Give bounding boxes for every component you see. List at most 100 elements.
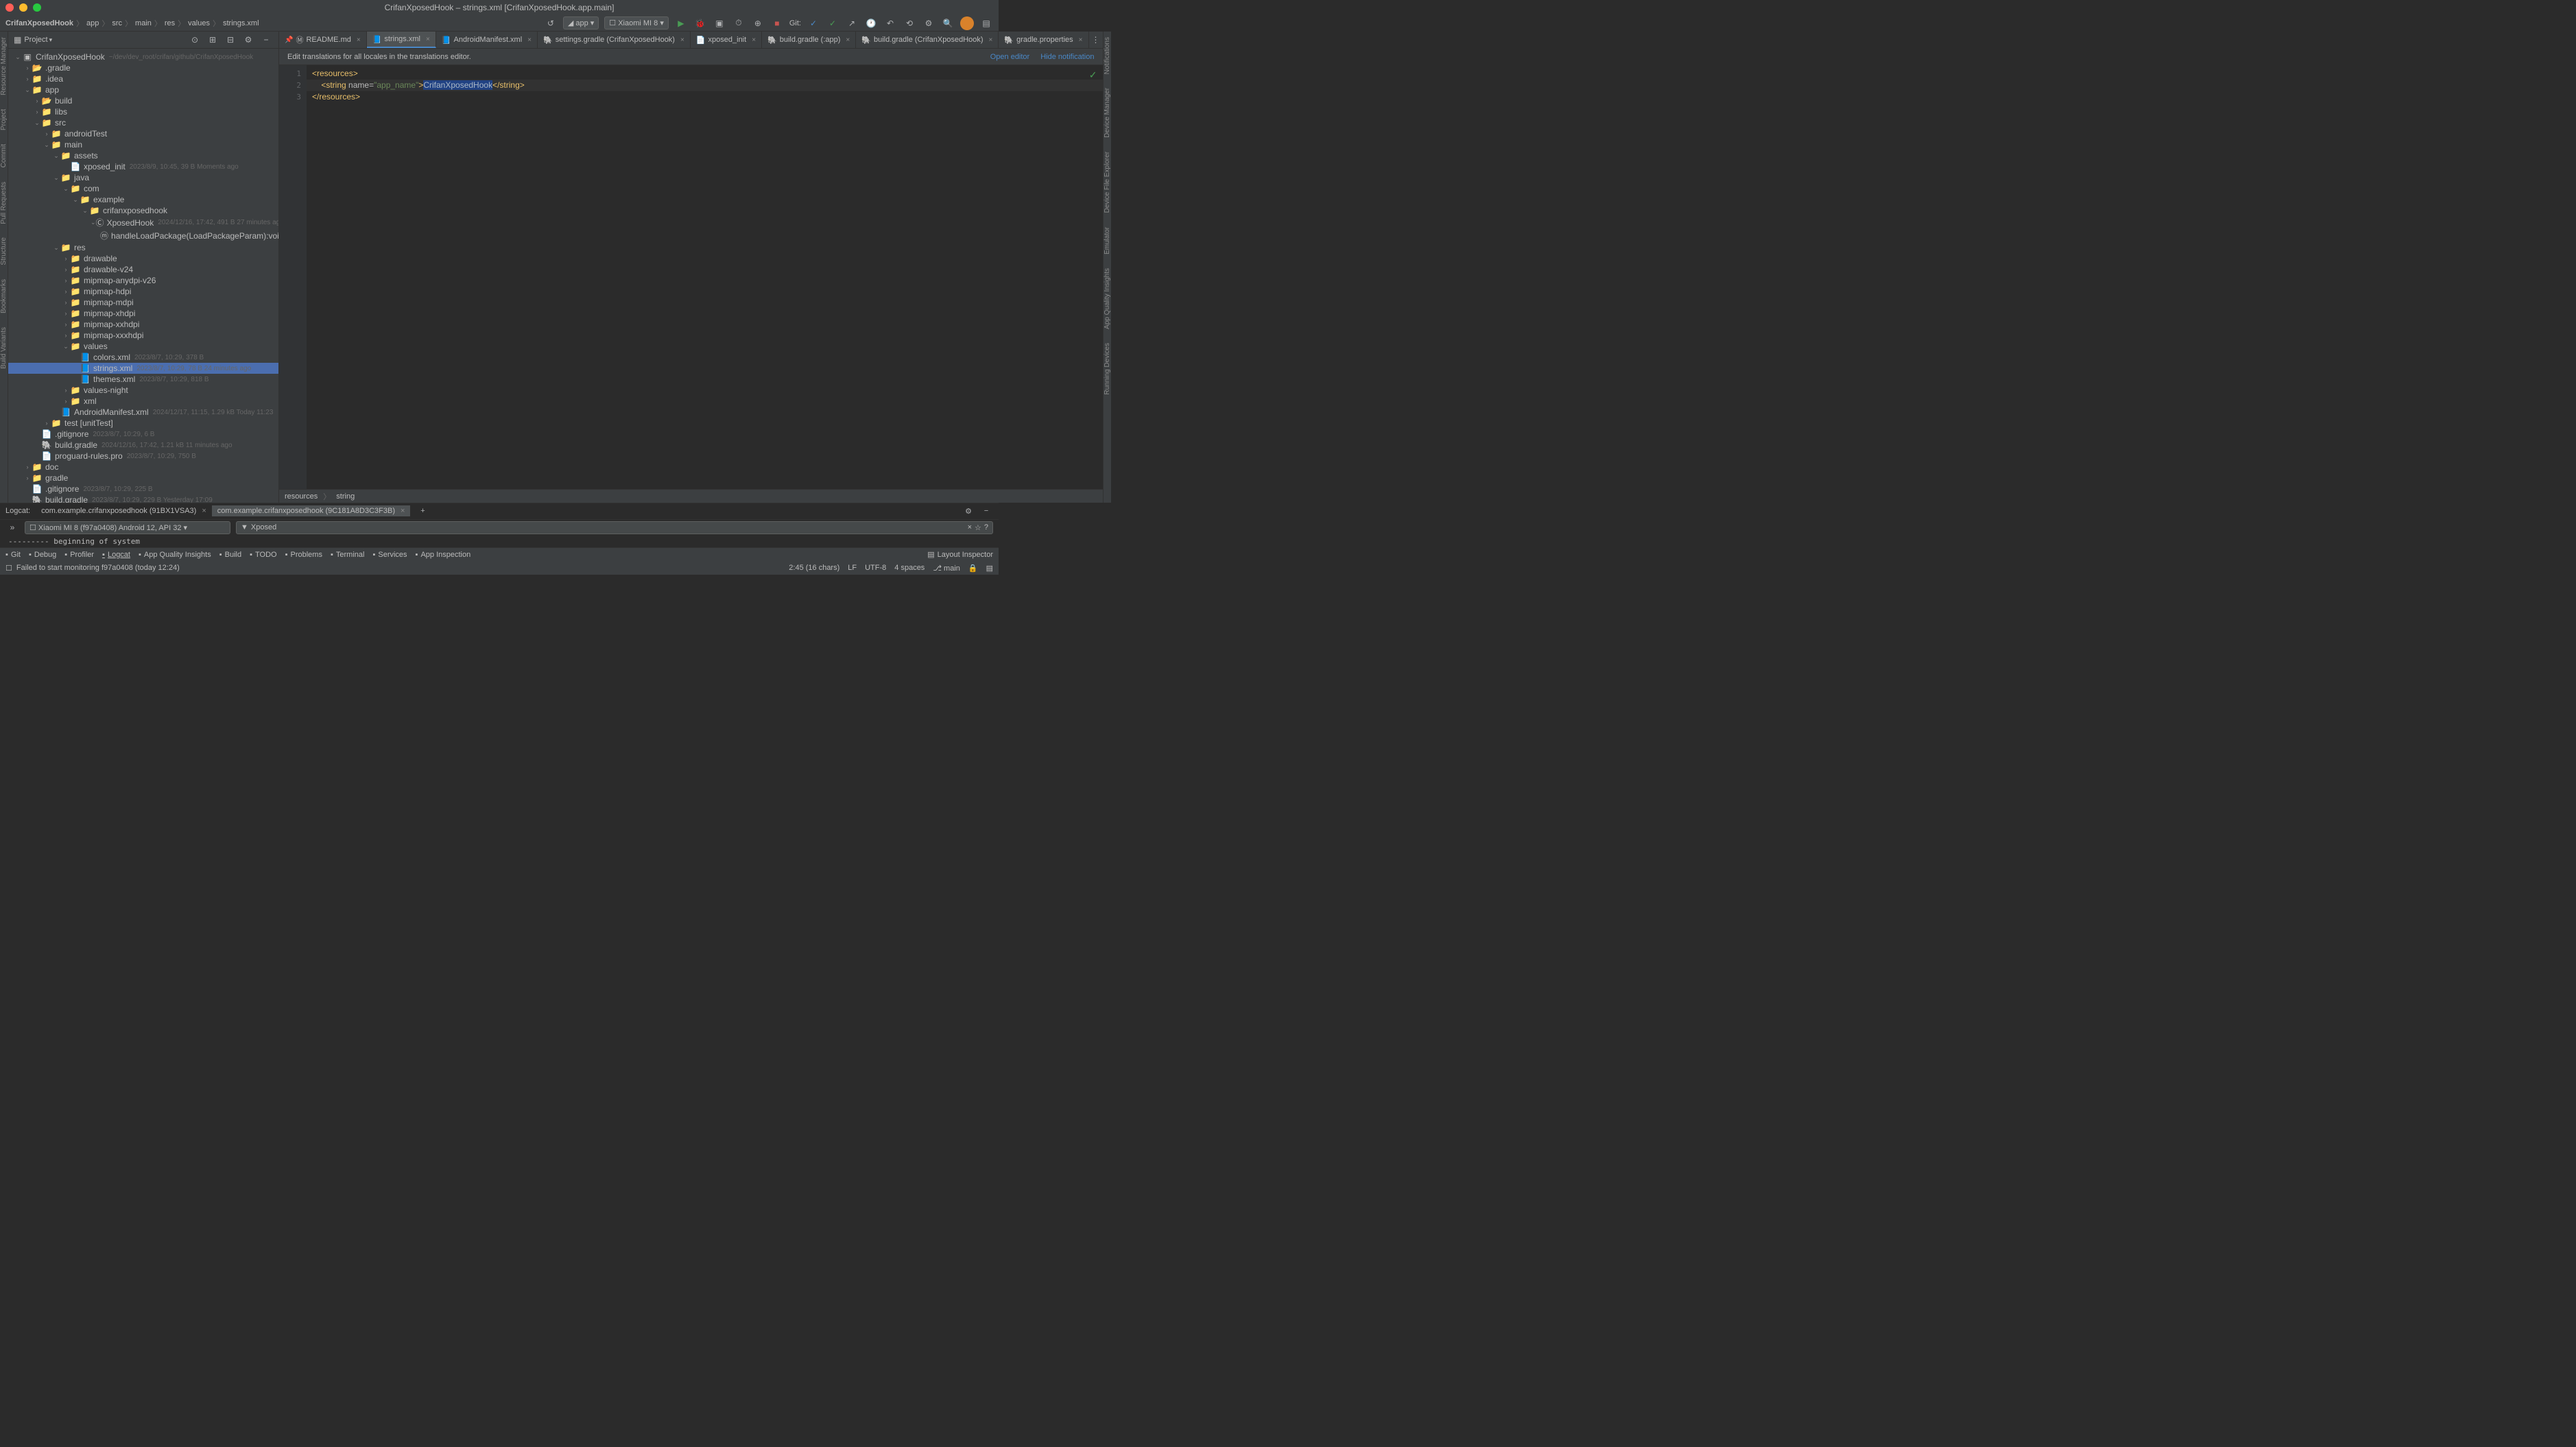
tree-chevron-icon[interactable]: ⌄	[52, 244, 60, 252]
run-config-select[interactable]: ◢ app ▾	[563, 16, 599, 29]
tree-item[interactable]: ⌄📁app	[8, 84, 278, 95]
tree-chevron-icon[interactable]: ›	[62, 310, 70, 317]
maximize-window-button[interactable]	[33, 3, 41, 12]
settings-icon[interactable]: ⚙	[241, 33, 255, 47]
tool-window-profiler[interactable]: ▪Profiler	[64, 551, 94, 559]
breadcrumb-item[interactable]: strings.xml	[223, 19, 259, 27]
breadcrumb-item[interactable]: main	[135, 19, 152, 27]
tree-item[interactable]: ›📁gradle	[8, 473, 278, 483]
line-number[interactable]: 1	[279, 68, 307, 80]
rail-tool-app-quality-insights[interactable]: App Quality Insights	[1104, 265, 1111, 332]
tree-chevron-icon[interactable]: ›	[62, 398, 70, 405]
tree-item[interactable]: ⌄📁res	[8, 242, 278, 253]
tool-window-build[interactable]: ▪Build	[219, 551, 241, 559]
rail-tool-device-file-explorer[interactable]: Device File Explorer	[1104, 149, 1111, 215]
vcs-push-icon[interactable]: ↗	[845, 16, 859, 30]
tree-chevron-icon[interactable]: ⌄	[62, 185, 70, 193]
lock-icon[interactable]: 🔒	[968, 564, 978, 573]
tree-item[interactable]: 📘colors.xml2023/8/7, 10:29, 378 B	[8, 352, 278, 363]
close-tab-icon[interactable]: ×	[989, 36, 993, 44]
tree-item[interactable]: ⌄📁src	[8, 117, 278, 128]
tree-chevron-icon[interactable]: ⌄	[52, 152, 60, 160]
close-tab-icon[interactable]: ×	[426, 36, 430, 43]
tree-chevron-icon[interactable]: ⌄	[14, 53, 22, 61]
breadcrumb-item[interactable]: app	[86, 19, 99, 27]
open-editor-link[interactable]: Open editor	[990, 53, 1029, 61]
tree-chevron-icon[interactable]: ›	[23, 64, 32, 71]
close-tab-icon[interactable]: ×	[1079, 36, 1083, 44]
close-tab-icon[interactable]: ×	[527, 36, 532, 44]
editor-tab[interactable]: 🐘build.gradle (CrifanXposedHook)×	[856, 32, 999, 48]
logcat-process-tab[interactable]: com.example.crifanxposedhook (91BX1VSA3)…	[36, 505, 212, 516]
tree-item[interactable]: ›📁mipmap-xhdpi	[8, 308, 278, 319]
tree-chevron-icon[interactable]: ⌄	[52, 174, 60, 182]
tree-item[interactable]: ⌄📁crifanxposedhook	[8, 205, 278, 216]
user-avatar[interactable]	[960, 16, 974, 30]
tree-item[interactable]: ›📁doc	[8, 462, 278, 473]
tree-item[interactable]: ›📁mipmap-xxxhdpi	[8, 330, 278, 341]
tool-window-git[interactable]: ▪Git	[5, 551, 21, 559]
tree-item[interactable]: ⌄📁assets	[8, 150, 278, 161]
pin-icon[interactable]: 📌	[285, 36, 293, 44]
editor-tab[interactable]: 🐘build.gradle (:app)×	[762, 32, 856, 48]
more-tabs-icon[interactable]: ⋮	[1089, 33, 1103, 47]
gradle-sync-icon[interactable]: ▤	[979, 16, 993, 30]
vcs-commit-icon[interactable]: ✓	[826, 16, 839, 30]
close-tab-icon[interactable]: ×	[680, 36, 684, 44]
chevron-down-icon[interactable]: ▾	[49, 36, 53, 44]
expand-all-icon[interactable]: ⊞	[206, 33, 219, 47]
tree-item[interactable]: ⌄📁values	[8, 341, 278, 352]
cursor-position[interactable]: 2:45 (16 chars)	[789, 564, 839, 572]
tree-chevron-icon[interactable]: ›	[62, 288, 70, 295]
tree-item[interactable]: ›📁mipmap-xxhdpi	[8, 319, 278, 330]
vcs-update-icon[interactable]: ✓	[807, 16, 820, 30]
logcat-settings-icon[interactable]: ⚙	[962, 504, 975, 518]
rail-tool-emulator[interactable]: Emulator	[1104, 224, 1111, 257]
tree-chevron-icon[interactable]: ›	[62, 255, 70, 262]
breadcrumb-item[interactable]: values	[188, 19, 210, 27]
ide-settings-icon[interactable]: ⚙	[922, 16, 935, 30]
inspection-ok-icon[interactable]: ✓	[1089, 69, 1097, 81]
close-tab-icon[interactable]: ×	[752, 36, 756, 44]
attach-debugger-button[interactable]: ⊕	[751, 16, 765, 30]
tree-chevron-icon[interactable]: ⌄	[33, 119, 41, 127]
tool-window-logcat[interactable]: ▪Logcat	[102, 551, 130, 559]
logcat-device-select[interactable]: ☐ Xiaomi MI 8 (f97a0408) Android 12, API…	[25, 521, 230, 534]
hide-panel-icon[interactable]: −	[259, 33, 273, 47]
tool-window-debug[interactable]: ▪Debug	[29, 551, 56, 559]
breadcrumb-item[interactable]: CrifanXposedHook	[5, 19, 73, 27]
tree-item[interactable]: ›📁.idea	[8, 73, 278, 84]
tree-chevron-icon[interactable]: ⌄	[71, 196, 80, 204]
logcat-restart-icon[interactable]: »	[5, 521, 19, 534]
rail-tool-build-variants[interactable]: Build Variants	[0, 324, 8, 372]
tool-window-todo[interactable]: ▪TODO	[250, 551, 276, 559]
breadcrumb-item[interactable]: res	[165, 19, 175, 27]
code-line[interactable]: <string name="app_name">CrifanXposedHook…	[307, 80, 1103, 91]
tree-chevron-icon[interactable]: ⌄	[62, 343, 70, 350]
logcat-output[interactable]: --------- beginning of system	[0, 536, 999, 547]
tool-window-problems[interactable]: ▪Problems	[285, 551, 322, 559]
editor-tab[interactable]: 🐘gradle.properties×	[999, 32, 1088, 48]
memory-icon[interactable]: ▤	[986, 564, 993, 573]
layout-inspector-tool[interactable]: ▤ Layout Inspector	[927, 550, 993, 559]
git-branch[interactable]: ⎇ main	[933, 564, 960, 573]
code-editor[interactable]: 123 ✓ <resources> <string name="app_name…	[279, 65, 1103, 489]
tree-chevron-icon[interactable]: ⌄	[81, 207, 89, 215]
tree-item[interactable]: 📘strings.xml2023/8/7, 10:29, 78 B 24 min…	[8, 363, 278, 374]
rail-tool-notifications[interactable]: Notifications	[1104, 34, 1111, 77]
tree-chevron-icon[interactable]: ›	[62, 321, 70, 328]
tree-item[interactable]: ›📁androidTest	[8, 128, 278, 139]
tool-window-app-quality-insights[interactable]: ▪App Quality Insights	[139, 551, 211, 559]
device-select[interactable]: ☐ Xiaomi MI 8 ▾	[604, 16, 669, 29]
project-panel-title[interactable]: Project	[24, 36, 47, 44]
collapse-all-icon[interactable]: ⊟	[224, 33, 237, 47]
stop-button[interactable]: ■	[770, 16, 784, 30]
tree-item[interactable]: ⌄📁java	[8, 172, 278, 183]
tree-item[interactable]: ⓜhandleLoadPackage(LoadPackageParam):voi…	[8, 229, 278, 242]
line-separator[interactable]: LF	[848, 564, 857, 572]
tree-chevron-icon[interactable]: ⌄	[23, 86, 32, 94]
tree-item[interactable]: 📄xposed_init2023/8/9, 10:45, 39 B Moment…	[8, 161, 278, 172]
code-line[interactable]: </resources>	[307, 91, 1103, 103]
tree-item[interactable]: ›📁mipmap-anydpi-v26	[8, 275, 278, 286]
tree-item[interactable]: 📄proguard-rules.pro2023/8/7, 10:29, 750 …	[8, 451, 278, 462]
